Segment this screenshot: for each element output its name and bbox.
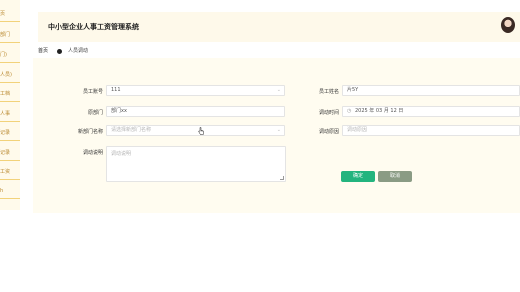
sidebar-item-dept[interactable]: 部门 (0, 31, 20, 39)
sidebar-divider (0, 62, 20, 63)
sidebar-item-label: 工档 (0, 91, 11, 97)
avatar[interactable] (501, 17, 515, 33)
sidebar-item-salary[interactable]: 工资 (0, 168, 20, 176)
sidebar-divider (0, 160, 20, 161)
chevron-down-icon: ⌄ (276, 87, 281, 93)
sidebar-divider (0, 121, 20, 122)
sidebar-item-label: 页 (0, 11, 6, 17)
calendar-icon: ◷ (347, 108, 352, 114)
employee-id-label: 员工账号 (82, 89, 103, 95)
sidebar-item-hr[interactable]: 人事 (0, 110, 20, 118)
reason-label: 调动原因 (318, 129, 339, 135)
sidebar-item-staff[interactable]: 人员) (0, 71, 20, 79)
sidebar-divider (0, 140, 20, 141)
dept-field[interactable]: 部门xx (106, 106, 285, 117)
cancel-button[interactable]: 取消 (378, 171, 412, 182)
sidebar-item-label: 门) (0, 52, 7, 58)
dept-value: 部门xx (111, 108, 127, 114)
employee-id-select[interactable]: 111 ⌄ (106, 85, 285, 96)
new-dept-placeholder: 请选择新部门名称 (111, 127, 152, 133)
sidebar-divider (0, 21, 20, 22)
sidebar: 页 部门 门) 人员) 工档 人事 记录 记录 工资 h (0, 0, 20, 210)
sidebar-item-label: 记录 (0, 150, 11, 156)
breadcrumb-separator-icon (57, 48, 63, 54)
sidebar-item-label: 人员) (0, 72, 12, 78)
sidebar-item-records[interactable]: 记录 (0, 129, 20, 137)
new-dept-label: 新部门名称 (77, 129, 103, 135)
employee-name-field[interactable]: 片5Y (342, 85, 520, 96)
transfer-time-value: 2025 年 03 月 12 日 (354, 108, 404, 114)
new-dept-select[interactable]: 请选择新部门名称 ⌄ (106, 125, 285, 136)
sidebar-item-label: 部门 (0, 32, 11, 38)
employee-id-value: 111 (111, 87, 121, 93)
breadcrumb-current: 人员调动 (68, 48, 89, 54)
sidebar-divider (0, 42, 20, 43)
chevron-down-icon: ⌄ (276, 127, 281, 133)
employee-name-label: 员工姓名 (318, 89, 339, 95)
sidebar-item-label: 人事 (0, 111, 11, 117)
dept-label: 原部门 (87, 110, 103, 116)
sidebar-divider (0, 101, 20, 102)
top-header: 中小型企业人事工资管理系统 (38, 12, 520, 42)
sidebar-item-label: 记录 (0, 130, 11, 136)
transfer-time-label: 调动时间 (318, 110, 339, 116)
breadcrumb: 首页 人员调动 (38, 47, 88, 55)
note-textarea[interactable]: 调动说明 (106, 146, 286, 182)
sidebar-item-archive[interactable]: 工档 (0, 90, 20, 98)
confirm-button[interactable]: 确定 (341, 171, 375, 182)
hand-cursor-icon (198, 127, 204, 135)
breadcrumb-home[interactable]: 首页 (38, 47, 48, 55)
employee-name-value: 片5Y (347, 87, 359, 93)
reason-placeholder: 调动原因 (347, 127, 368, 133)
sidebar-divider (0, 198, 20, 199)
resize-handle-icon[interactable] (280, 176, 284, 180)
sidebar-item-records-2[interactable]: 记录 (0, 149, 20, 157)
sidebar-item-more[interactable]: h (0, 187, 20, 195)
transfer-time-picker[interactable]: ◷ 2025 年 03 月 12 日 (342, 106, 520, 117)
app-title: 中小型企业人事工资管理系统 (48, 23, 139, 31)
sidebar-item-home[interactable]: 页 (0, 10, 20, 18)
reason-input[interactable]: 调动原因 (342, 125, 520, 136)
sidebar-item-dept-2[interactable]: 门) (0, 51, 20, 59)
sidebar-item-label: 工资 (0, 169, 11, 175)
note-placeholder: 调动说明 (111, 151, 132, 157)
note-label: 调动说明 (82, 150, 103, 156)
sidebar-divider (0, 82, 20, 83)
sidebar-item-label: h (0, 188, 4, 194)
sidebar-divider (0, 179, 20, 180)
